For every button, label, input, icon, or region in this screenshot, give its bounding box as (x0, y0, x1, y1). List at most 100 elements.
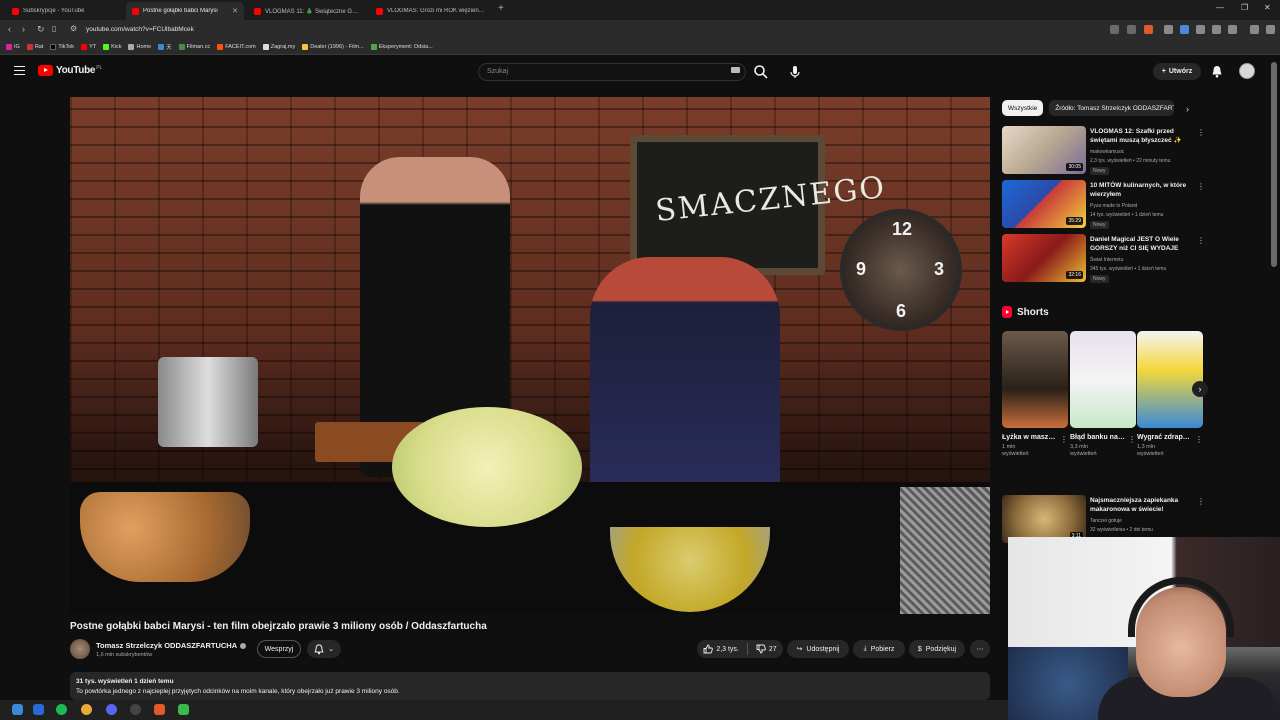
subscription-notifications-button[interactable]: ⌄ (307, 640, 341, 658)
video-thumbnail[interactable]: 35:29 (1002, 180, 1086, 228)
short-title[interactable]: Błąd banku na 2 mln zł (1070, 433, 1126, 443)
back-icon[interactable]: ‹ (8, 24, 11, 34)
more-vertical-icon[interactable]: ⋮ (1060, 435, 1068, 444)
search-icon[interactable] (753, 64, 769, 80)
bookmark-icon[interactable]: ▯ (52, 24, 56, 33)
video-thumbnail[interactable]: 30:05 (1002, 126, 1086, 174)
dislike-button[interactable]: 27 (756, 644, 777, 654)
bookmark-item[interactable]: 天 (158, 43, 172, 51)
short-item[interactable]: Błąd banku na 2 mln zł 3,3 mln wyświetle… (1070, 331, 1136, 458)
shorts-next-button[interactable]: › (1192, 381, 1208, 397)
spotify-icon[interactable] (56, 704, 67, 715)
short-thumbnail[interactable] (1002, 331, 1068, 428)
chevron-right-icon[interactable]: › (1186, 104, 1189, 114)
account-avatar[interactable] (1239, 63, 1255, 79)
bookmark-item[interactable]: Rat (26, 44, 43, 50)
search-input[interactable]: Szukaj (478, 63, 746, 81)
short-item[interactable]: Wygrać zdrapkę na ... 1,3 mln wyświetleń… (1137, 331, 1203, 458)
browser-tab[interactable]: VLOGMAS 11: 🎄 Świąteczne Gotowa (248, 2, 366, 20)
microphone-icon[interactable] (786, 63, 804, 81)
share-button[interactable]: ↪ Udostępnij (787, 640, 849, 658)
short-thumbnail[interactable] (1137, 331, 1203, 428)
site-info-icon[interactable]: ⚙ (70, 24, 77, 33)
reload-icon[interactable]: ↻ (37, 24, 45, 35)
recommendation-item[interactable]: 32:16 Daniel Magical JEST O Wiele GORSZY… (1002, 234, 1205, 284)
media-icon[interactable] (1250, 25, 1259, 34)
short-title[interactable]: Łyżka w maszynce ... (1002, 433, 1058, 443)
video-title[interactable]: Daniel Magical JEST O Wiele GORSZY niż C… (1090, 235, 1190, 253)
more-vertical-icon[interactable]: ⋮ (1195, 435, 1203, 444)
bookmark-item[interactable]: Filman.cc (178, 44, 210, 50)
page-scrollbar[interactable] (1271, 62, 1277, 267)
download-icon[interactable] (1212, 25, 1221, 34)
more-vertical-icon[interactable]: ⋮ (1197, 128, 1205, 137)
channel-name[interactable]: Tanczei gotuje (1090, 518, 1122, 524)
channel-name[interactable]: Świat Internetu (1090, 257, 1123, 263)
cast-icon[interactable] (1110, 25, 1119, 34)
bookmark-item[interactable]: Home (128, 44, 151, 50)
restore-icon[interactable]: ❐ (1241, 3, 1248, 12)
extension-icon[interactable] (1164, 25, 1173, 34)
video-title[interactable]: 10 MITÓW kulinarnych, w które wierzyłem (1090, 181, 1190, 199)
keyboard-icon[interactable] (731, 67, 740, 73)
channel-name[interactable]: Pyza made in Poland (1090, 203, 1137, 209)
video-title[interactable]: VLOGMAS 12: Szafki przed świętami muszą … (1090, 127, 1190, 145)
bookmark-item[interactable]: YT (81, 44, 96, 50)
menu-icon[interactable] (1266, 25, 1275, 34)
share-page-icon[interactable] (1127, 25, 1136, 34)
short-title[interactable]: Wygrać zdrapkę na ... (1137, 433, 1193, 443)
chrome-icon[interactable] (81, 704, 92, 715)
discord-icon[interactable] (106, 704, 117, 715)
hamburger-menu-icon[interactable] (14, 66, 25, 75)
browser-tab[interactable]: Subskrypcje - YouTube (6, 2, 122, 20)
brave-shield-icon[interactable] (1144, 25, 1153, 34)
short-thumbnail[interactable] (1070, 331, 1136, 428)
minimize-icon[interactable]: — (1216, 3, 1224, 12)
extension-icon[interactable] (1180, 25, 1189, 34)
video-thumbnail[interactable]: 32:16 (1002, 234, 1086, 282)
url-field[interactable]: youtube.com/watch?v=FCUlbabMcek (86, 26, 194, 33)
notifications-bell-icon[interactable] (1211, 65, 1223, 78)
extension-icon[interactable] (1228, 25, 1237, 34)
close-window-icon[interactable]: ✕ (1264, 3, 1271, 12)
bookmark-item[interactable]: Dealer (1996) - Film... (302, 44, 364, 50)
create-button[interactable]: + Utwórz (1153, 63, 1201, 80)
recommendation-item[interactable]: 35:29 10 MITÓW kulinarnych, w które wier… (1002, 180, 1205, 230)
app-icon[interactable] (33, 704, 44, 715)
video-player[interactable]: SMACZNEGO 12 9 3 6 (70, 97, 990, 614)
chip-source-channel[interactable]: Źródło: Tomasz Strzelczyk ODDASZFARTUCHA (1049, 100, 1175, 116)
more-vertical-icon[interactable]: ⋮ (1197, 497, 1205, 506)
bookmark-item[interactable]: TikTok (50, 44, 74, 50)
forward-icon[interactable]: › (22, 24, 25, 34)
bookmark-item[interactable]: Eksperyment: Odsia... (370, 44, 433, 50)
bookmark-item[interactable]: Kick (103, 44, 121, 50)
brave-icon[interactable] (154, 704, 165, 715)
browser-tab-active[interactable]: Postne gołąbki babci Marysi ✕ (126, 2, 244, 20)
like-button[interactable]: 2,3 tys. (703, 644, 739, 654)
video-title[interactable]: Najsmaczniejsza zapiekanka makaronowa w … (1090, 496, 1190, 514)
app-icon[interactable] (178, 704, 189, 715)
close-tab-icon[interactable]: ✕ (232, 7, 238, 15)
more-vertical-icon[interactable]: ⋮ (1128, 435, 1136, 444)
bookmark-item[interactable]: Zagraj.my (262, 44, 295, 50)
download-button[interactable]: ⤓ Pobierz (853, 640, 905, 658)
channel-avatar[interactable] (70, 639, 90, 659)
more-actions-button[interactable]: ⋯ (970, 640, 990, 658)
windows-start-icon[interactable] (12, 704, 23, 715)
bookmark-item[interactable]: IG (6, 44, 20, 50)
channel-name[interactable]: Tomasz Strzelczyk ODDASZFARTUCHA (96, 641, 247, 650)
short-item[interactable]: Łyżka w maszynce ... 1 mln wyświetleń ⋮ (1002, 331, 1068, 458)
support-button[interactable]: Wesprzyj (257, 640, 301, 658)
channel-name[interactable]: makowkamusic (1090, 149, 1124, 155)
browser-tab[interactable]: VLOGMAS: Grozi mi ROK więzienia - (370, 2, 492, 20)
more-vertical-icon[interactable]: ⋮ (1197, 182, 1205, 191)
thanks-button[interactable]: $ Podziękuj (909, 640, 965, 658)
chip-all[interactable]: Wszystkie (1002, 100, 1044, 116)
description-box[interactable]: 31 tys. wyświetleń 1 dzień temu To powtó… (70, 672, 990, 700)
new-tab-icon[interactable]: + (498, 3, 504, 14)
more-vertical-icon[interactable]: ⋮ (1197, 236, 1205, 245)
bookmark-item[interactable]: FACEIT.com (217, 44, 256, 50)
video-thumbnail[interactable]: 3:11 (1002, 495, 1086, 543)
extension-icon[interactable] (1196, 25, 1205, 34)
obs-icon[interactable] (130, 704, 141, 715)
